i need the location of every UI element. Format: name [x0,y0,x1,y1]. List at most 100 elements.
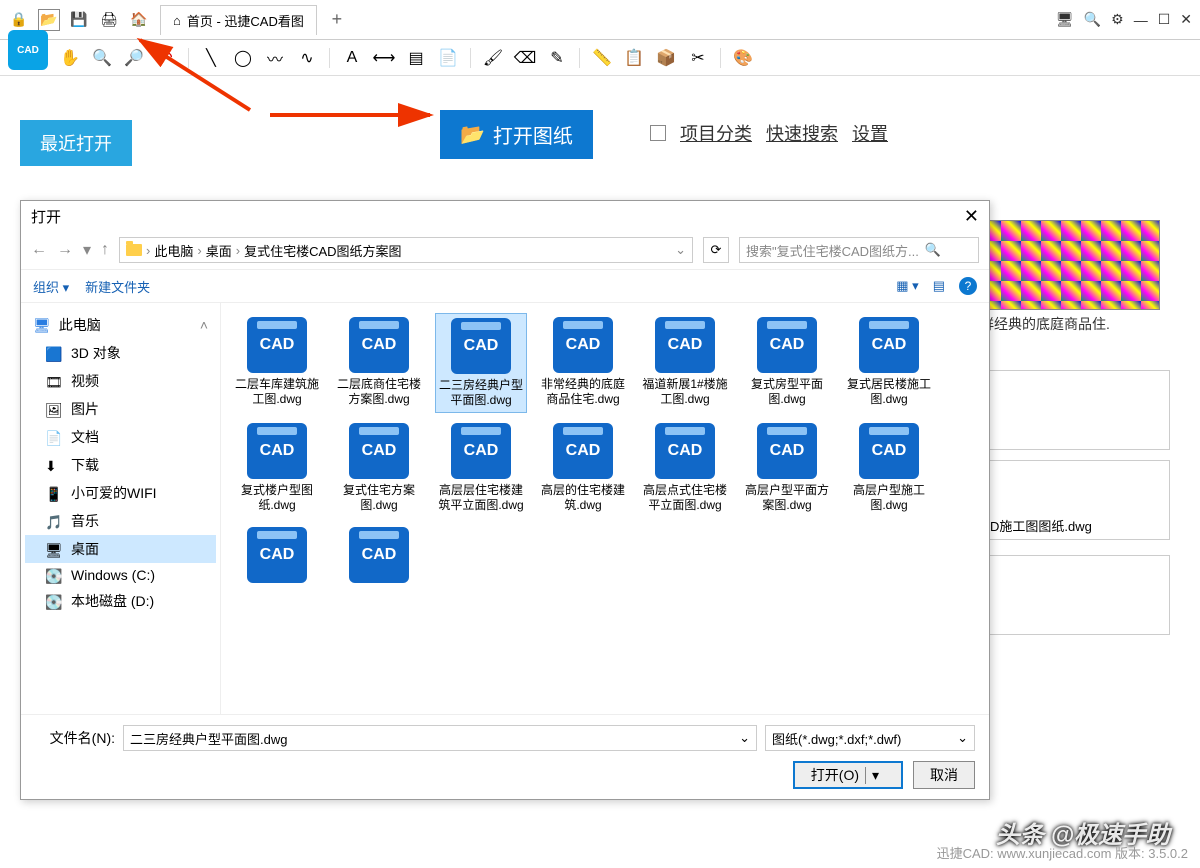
nav-forward-icon[interactable]: → [57,241,73,259]
copy-icon[interactable]: 📋 [624,48,644,68]
zoom-fit-icon[interactable]: 🔎 [124,48,144,68]
undo-icon[interactable]: ↶ [156,48,176,68]
save-icon[interactable]: 💾 [68,9,90,31]
doc-icon[interactable]: 📄 [438,48,458,68]
refresh-icon[interactable]: ⟳ [703,237,729,263]
dimension-icon[interactable]: ⟷ [374,48,394,68]
cad-file-icon: CAD [757,423,817,479]
file-item[interactable]: CAD [333,523,425,591]
recent-open-button[interactable]: 最近打开 [20,120,132,166]
file-item[interactable]: CAD二层车库建筑施工图.dwg [231,313,323,413]
lock-icon[interactable]: 🔒 [8,9,30,31]
tree-item[interactable]: 💽Windows (C:) [25,563,216,587]
category-checkbox[interactable] [650,125,666,141]
tree-item[interactable]: 📄文档 [25,423,216,451]
folder-tree: 🖥 此电脑 ˄ 🟦3D 对象🎞视频🖼图片📄文档⬇下载📱小可爱的WIFI🎵音乐🖥桌… [21,303,221,714]
minimize-icon[interactable]: — [1134,12,1148,28]
screen-icon[interactable]: 🖥 [1056,11,1074,28]
filename-input[interactable]: 二三房经典户型平面图.dwg ⌄ [123,725,757,751]
file-item[interactable]: CAD非常经典的底庭商品住宅.dwg [537,313,629,413]
file-item[interactable]: CAD二层底商住宅楼方案图.dwg [333,313,425,413]
recent-placeholder-2[interactable]: D施工图图纸.dwg [985,460,1170,540]
file-item[interactable]: CAD复式住宅方案图.dwg [333,419,425,517]
open-drawing-button[interactable]: 📂 打开图纸 [440,110,593,159]
zoom-icon[interactable]: 🔍 [1084,11,1101,28]
tree-item[interactable]: 🟦3D 对象 [25,339,216,367]
file-item[interactable]: CAD高层户型平面方案图.dwg [741,419,833,517]
file-item[interactable]: CAD复式居民楼施工图.dwg [843,313,935,413]
color-wheel-icon[interactable]: 🎨 [733,48,753,68]
file-item[interactable]: CAD二三房经典户型平面图.dwg [435,313,527,413]
recent-placeholder-3[interactable] [985,555,1170,635]
tree-item[interactable]: ⬇下载 [25,451,216,479]
search-input[interactable]: 搜索"复式住宅楼CAD图纸方... 🔍 [739,237,979,263]
file-item[interactable]: CAD高层点式住宅楼平立面图.dwg [639,419,731,517]
tree-item[interactable]: 💽本地磁盘 (D:) [25,587,216,615]
file-item[interactable]: CAD复式房型平面图.dwg [741,313,833,413]
quick-search-link[interactable]: 快速搜索 [766,120,838,146]
dialog-close-icon[interactable]: ✕ [964,206,979,227]
maximize-icon[interactable]: ☐ [1158,11,1171,28]
file-item[interactable]: CAD高层的住宅楼建筑.dwg [537,419,629,517]
breadcrumb-item[interactable]: 此电脑 [154,241,193,260]
cad-file-icon: CAD [451,423,511,479]
recent-placeholder-label: D施工图图纸.dwg [990,516,1092,535]
file-type-filter[interactable]: 图纸(*.dwg;*.dxf;*.dwf) ⌄ [765,725,975,751]
package-icon[interactable]: 📦 [656,48,676,68]
file-item[interactable]: CAD高层层住宅楼建筑平立面图.dwg [435,419,527,517]
help-icon[interactable]: ? [959,277,977,295]
close-icon[interactable]: ✕ [1180,11,1192,28]
view-details-icon[interactable]: ▤ [933,278,945,294]
view-thumbnails-icon[interactable]: ▦ ▾ [896,278,918,294]
cad-file-icon: CAD [349,423,409,479]
tree-item[interactable]: 📱小可爱的WIFI [25,479,216,507]
zoom-in-icon[interactable]: 🔍 [92,48,112,68]
app-logo: CAD [8,30,48,70]
ruler-icon[interactable]: 📏 [592,48,612,68]
hand-icon[interactable]: ✋ [60,48,80,68]
new-folder-button[interactable]: 新建文件夹 [85,277,150,296]
settings-link[interactable]: 设置 [852,120,888,146]
file-item[interactable]: CAD复式楼户型图纸.dwg [231,419,323,517]
nav-dropdown-icon[interactable]: ▾ [83,240,91,260]
annotation-arrow-2 [270,95,440,135]
cut-icon[interactable]: ✂ [688,48,708,68]
open-split-icon[interactable]: ▾ [865,767,885,784]
open-button[interactable]: 打开(O) ▾ [793,761,903,789]
print-icon[interactable]: 🖨 [98,9,120,31]
recent-placeholder-1[interactable] [985,370,1170,450]
path-icon[interactable]: ✎ [547,48,567,68]
brush-icon[interactable]: 🖌 [483,48,503,68]
house-icon[interactable]: 🏠 [128,9,150,31]
file-item[interactable]: CAD福道新展1#楼施工图.dwg [639,313,731,413]
eraser-icon[interactable]: ⌫ [515,48,535,68]
tree-item[interactable]: 🖥桌面 [25,535,216,563]
chevron-down-icon[interactable]: ⌄ [675,242,686,258]
breadcrumb-item[interactable]: 桌面 [206,241,232,260]
cancel-button[interactable]: 取消 [913,761,975,789]
nav-up-icon[interactable]: ↑ [101,241,109,259]
browser-tab[interactable]: ⌂ 首页 - 迅捷CAD看图 [160,5,317,35]
chevron-down-icon[interactable]: ⌄ [739,730,750,746]
squiggle-icon[interactable]: ∿ [297,48,317,68]
polyline-icon[interactable]: 〰 [265,48,285,68]
new-tab-button[interactable]: + [325,9,349,30]
tree-item[interactable]: 🎵音乐 [25,507,216,535]
breadcrumb[interactable]: › 此电脑 › 桌面 › 复式住宅楼CAD图纸方案图 ⌄ [119,237,693,263]
file-item[interactable]: CAD [231,523,323,591]
organize-menu[interactable]: 组织 ▾ [33,277,69,296]
circle-icon[interactable]: ◯ [233,48,253,68]
tree-item[interactable]: 🖼图片 [25,395,216,423]
recent-thumbnail[interactable]: 鲜经典的底庭商品住. [980,220,1170,334]
layers-icon[interactable]: ▤ [406,48,426,68]
gear-icon[interactable]: ⚙ [1111,11,1124,28]
tree-root[interactable]: 🖥 此电脑 ˄ [25,311,216,339]
tree-item[interactable]: 🎞视频 [25,367,216,395]
breadcrumb-item[interactable]: 复式住宅楼CAD图纸方案图 [244,241,401,260]
line-icon[interactable]: ╲ [201,48,221,68]
category-label: 项目分类 [680,120,752,146]
text-icon[interactable]: A [342,48,362,68]
open-folder-icon[interactable]: 📂 [38,9,60,31]
nav-back-icon[interactable]: ← [31,241,47,259]
file-item[interactable]: CAD高层户型施工图.dwg [843,419,935,517]
